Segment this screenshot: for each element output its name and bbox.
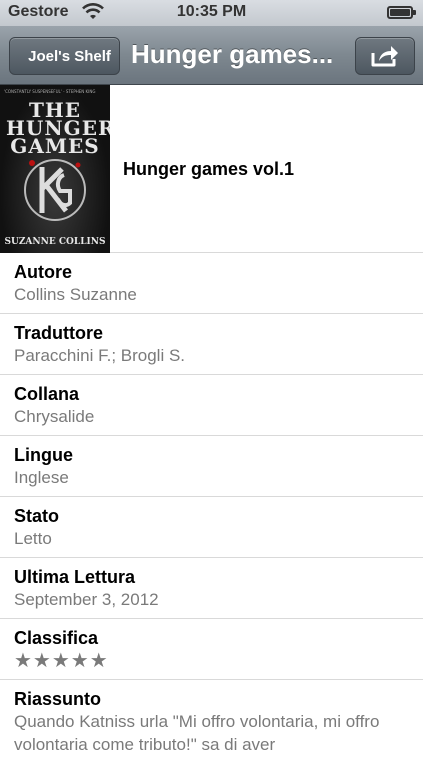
detail-row-autore: Autore Collins Suzanne bbox=[0, 253, 423, 314]
battery-icon bbox=[387, 6, 416, 19]
detail-label: Stato bbox=[14, 506, 59, 526]
page-title: Hunger games... bbox=[131, 39, 334, 69]
star-rating: ★★★★★ bbox=[14, 650, 109, 672]
detail-row-lingue: Lingue Inglese bbox=[0, 436, 423, 497]
detail-value: Chrysalide bbox=[14, 407, 95, 426]
book-title: Hunger games vol.1 bbox=[123, 159, 295, 179]
detail-label: Autore bbox=[14, 262, 72, 282]
cover-top-text: 'CONSTANTLY SUSPENSEFUL' - STEPHEN KING bbox=[4, 89, 96, 94]
share-icon bbox=[371, 46, 398, 67]
detail-label: Classifica bbox=[14, 628, 99, 648]
detail-label: Collana bbox=[14, 384, 80, 404]
detail-row-traduttore: Traduttore Paracchini F.; Brogli S. bbox=[0, 314, 423, 375]
detail-value: Inglese bbox=[14, 468, 69, 487]
detail-value: Collins Suzanne bbox=[14, 285, 137, 304]
detail-label: Traduttore bbox=[14, 323, 104, 343]
share-button[interactable] bbox=[355, 37, 415, 75]
book-header: 'CONSTANTLY SUSPENSEFUL' - STEPHEN KING … bbox=[0, 85, 423, 253]
summary-text: Quando Katniss urla "Mi offro volontaria… bbox=[14, 712, 380, 754]
clock: 10:35 PM bbox=[176, 3, 247, 20]
detail-row-ultima-lettura: Ultima Lettura September 3, 2012 bbox=[0, 558, 423, 619]
detail-value: September 3, 2012 bbox=[14, 590, 159, 609]
back-button[interactable]: Joel's Shelf bbox=[9, 37, 120, 75]
detail-label: Ultima Lettura bbox=[14, 567, 136, 587]
cover-author: SUZANNE COLLINS bbox=[4, 237, 106, 247]
book-cover[interactable]: 'CONSTANTLY SUSPENSEFUL' - STEPHEN KING … bbox=[0, 85, 110, 253]
cover-title: THE HUNGER GAMES bbox=[6, 98, 110, 158]
status-bar: Gestore 10:35 PM bbox=[0, 0, 423, 26]
detail-label: Lingue bbox=[14, 445, 73, 465]
mockingjay-logo bbox=[24, 159, 86, 221]
detail-row-riassunto: Riassunto Quando Katniss urla "Mi offro … bbox=[0, 680, 423, 780]
detail-row-stato: Stato Letto bbox=[0, 497, 423, 558]
navigation-bar: Joel's Shelf Hunger games... bbox=[0, 26, 423, 85]
detail-list: Autore Collins Suzanne Traduttore Paracc… bbox=[0, 253, 423, 780]
detail-value: Paracchini F.; Brogli S. bbox=[14, 346, 186, 365]
detail-row-collana: Collana Chrysalide bbox=[0, 375, 423, 436]
detail-row-classifica: Classifica ★★★★★ bbox=[0, 619, 423, 680]
detail-label: Riassunto bbox=[14, 689, 102, 709]
back-button-label: Joel's Shelf bbox=[28, 47, 111, 65]
detail-value: Letto bbox=[14, 529, 52, 548]
